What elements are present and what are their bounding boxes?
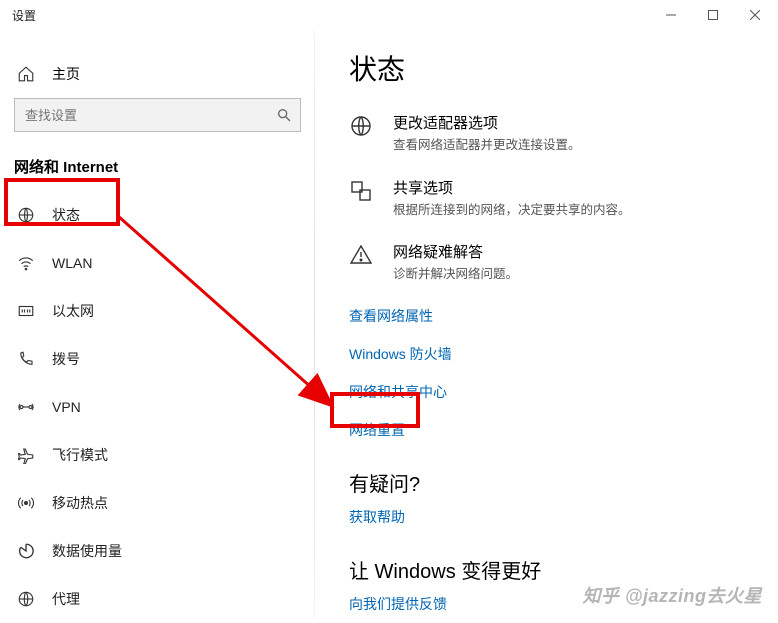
- option-troubleshoot[interactable]: 网络疑难解答 诊断并解决网络问题。: [349, 241, 758, 284]
- dialup-icon: [16, 350, 36, 368]
- sidebar-item-dialup[interactable]: 拨号: [0, 335, 315, 383]
- sidebar-item-label: 飞行模式: [52, 445, 108, 465]
- sidebar-item-label: WLAN: [52, 255, 92, 271]
- sidebar-item-ethernet[interactable]: 以太网: [0, 287, 315, 335]
- close-button[interactable]: [740, 0, 770, 30]
- content-area: 状态 更改适配器选项 查看网络适配器并更改连接设置。 共享选项 根据所连接到的网…: [315, 30, 778, 618]
- option-desc: 诊断并解决网络问题。: [393, 266, 518, 284]
- search-icon: [276, 107, 292, 123]
- minimize-button[interactable]: [656, 0, 686, 30]
- wifi-icon: [16, 254, 36, 272]
- sidebar-item-label: VPN: [52, 399, 81, 415]
- option-title: 网络疑难解答: [393, 241, 518, 262]
- search-input[interactable]: [25, 108, 266, 123]
- link-network-reset[interactable]: 网络重置: [349, 420, 405, 440]
- page-title: 状态: [349, 48, 758, 88]
- option-title: 更改适配器选项: [393, 112, 581, 133]
- home-label: 主页: [52, 64, 80, 84]
- option-title: 共享选项: [393, 177, 631, 198]
- link-get-help[interactable]: 获取帮助: [349, 507, 405, 527]
- option-sharing[interactable]: 共享选项 根据所连接到的网络，决定要共享的内容。: [349, 177, 758, 220]
- hotspot-icon: [16, 494, 36, 512]
- search-wrap: [0, 98, 315, 146]
- option-desc: 查看网络适配器并更改连接设置。: [393, 137, 581, 155]
- option-text: 网络疑难解答 诊断并解决网络问题。: [393, 241, 518, 284]
- sidebar-item-vpn[interactable]: VPN: [0, 383, 315, 431]
- option-text: 更改适配器选项 查看网络适配器并更改连接设置。: [393, 112, 581, 155]
- window-title: 设置: [12, 7, 36, 24]
- faq-heading: 有疑问?: [349, 468, 758, 497]
- status-icon: [16, 206, 36, 224]
- sidebar: 主页 网络和 Internet 状态 WLAN: [0, 30, 315, 618]
- home-icon: [16, 65, 36, 83]
- sidebar-item-label: 状态: [52, 205, 80, 225]
- sidebar-item-label: 代理: [52, 589, 80, 609]
- ethernet-icon: [16, 302, 36, 320]
- link-feedback[interactable]: 向我们提供反馈: [349, 594, 447, 614]
- sidebar-item-airplane[interactable]: 飞行模式: [0, 431, 315, 479]
- section-header: 网络和 Internet: [0, 146, 315, 191]
- home-button[interactable]: 主页: [0, 50, 315, 98]
- sharing-icon: [349, 177, 375, 220]
- data-usage-icon: [16, 542, 36, 560]
- improve-heading: 让 Windows 变得更好: [349, 555, 758, 584]
- sidebar-item-datausage[interactable]: 数据使用量: [0, 527, 315, 575]
- link-network-properties[interactable]: 查看网络属性: [349, 306, 433, 326]
- vpn-icon: [16, 398, 36, 416]
- option-text: 共享选项 根据所连接到的网络，决定要共享的内容。: [393, 177, 631, 220]
- window-controls: [656, 0, 770, 30]
- link-firewall[interactable]: Windows 防火墙: [349, 344, 452, 364]
- main-layout: 主页 网络和 Internet 状态 WLAN: [0, 30, 778, 618]
- maximize-button[interactable]: [698, 0, 728, 30]
- sidebar-item-label: 以太网: [52, 301, 94, 321]
- warning-icon: [349, 241, 375, 284]
- sidebar-item-hotspot[interactable]: 移动热点: [0, 479, 315, 527]
- link-sharing-center[interactable]: 网络和共享中心: [349, 382, 447, 402]
- sidebar-item-label: 拨号: [52, 349, 80, 369]
- globe-icon: [349, 112, 375, 155]
- sidebar-item-label: 移动热点: [52, 493, 108, 513]
- watermark: 知乎 @jazzing去火星: [582, 582, 762, 608]
- title-bar: 设置: [0, 0, 778, 30]
- airplane-icon: [16, 446, 36, 464]
- sidebar-item-wlan[interactable]: WLAN: [0, 239, 315, 287]
- sidebar-item-proxy[interactable]: 代理: [0, 575, 315, 623]
- proxy-icon: [16, 590, 36, 608]
- sidebar-item-status[interactable]: 状态: [0, 191, 315, 239]
- search-box[interactable]: [14, 98, 301, 132]
- option-desc: 根据所连接到的网络，决定要共享的内容。: [393, 202, 631, 220]
- option-adapter[interactable]: 更改适配器选项 查看网络适配器并更改连接设置。: [349, 112, 758, 155]
- sidebar-item-label: 数据使用量: [52, 541, 122, 561]
